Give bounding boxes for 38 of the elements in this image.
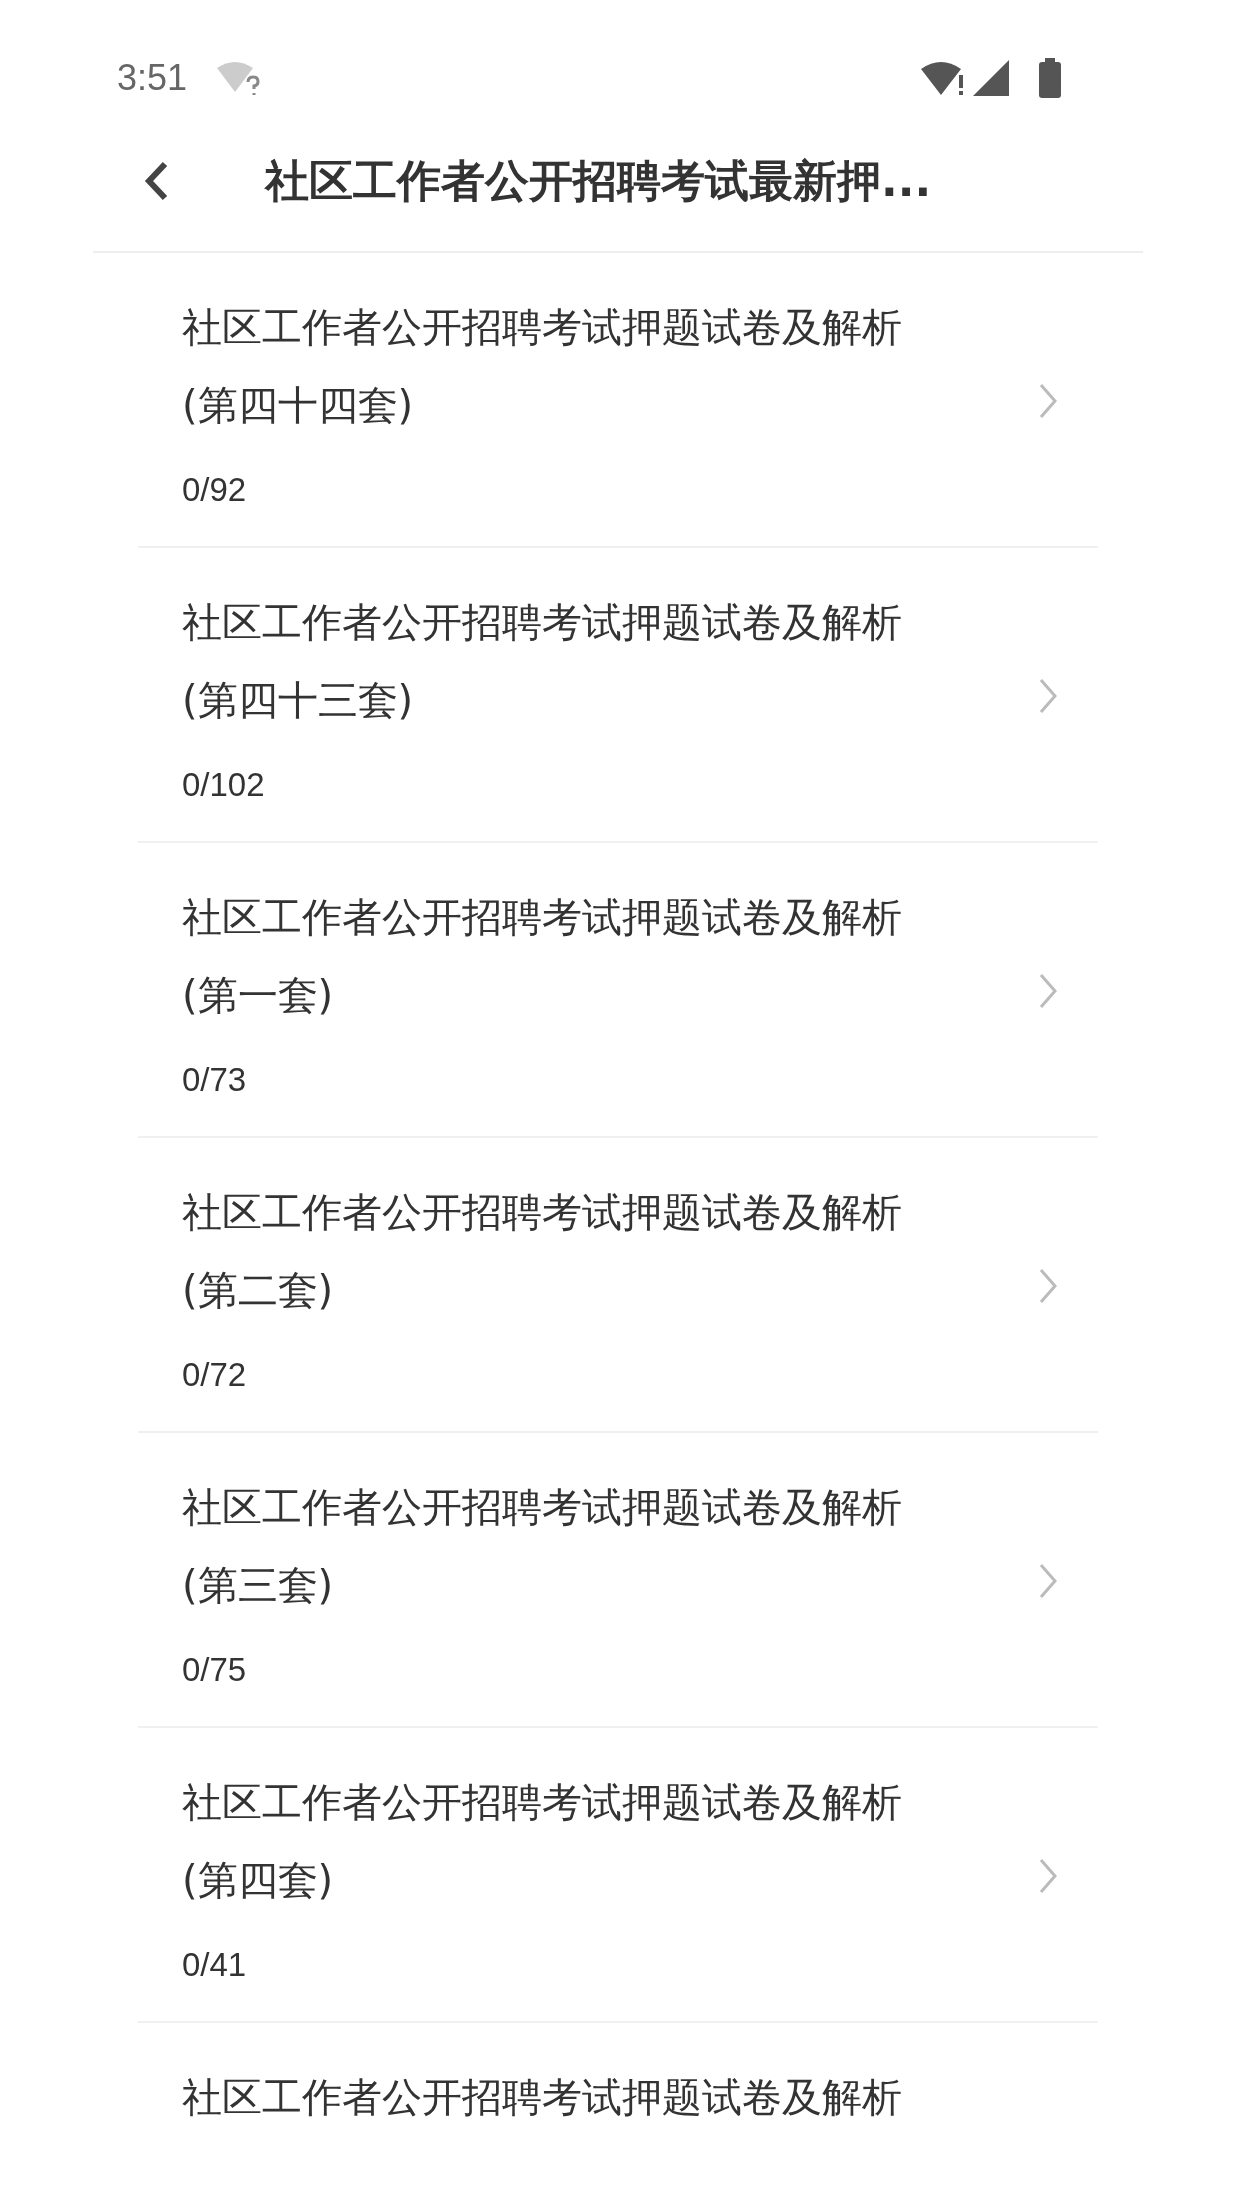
exam-title: 社区工作者公开招聘考试押题试卷及解析 <box>182 303 903 352</box>
progress-count: 0/73 <box>182 1060 248 1100</box>
exam-set-number: (第二套) <box>182 1266 335 1315</box>
chevron-right-icon <box>1038 971 1058 1010</box>
exam-set-number: (第四十四套) <box>182 381 415 430</box>
progress-count: 0/72 <box>182 1355 248 1395</box>
wifi-unknown-icon <box>215 60 262 96</box>
progress-count: 0/102 <box>182 765 266 805</box>
progress-count: 0/75 <box>182 1650 248 1690</box>
chevron-right-icon <box>1038 1266 1058 1305</box>
signal-icon <box>973 60 1011 96</box>
exam-list-item[interactable]: 社区工作者公开招聘考试押题试卷及解析 (第三套) 0/75 <box>138 1433 1098 1728</box>
chevron-right-icon <box>1038 676 1058 715</box>
chevron-right-icon <box>1038 381 1058 420</box>
exam-title: 社区工作者公开招聘考试押题试卷及解析 <box>182 598 903 647</box>
exam-list-item[interactable]: 社区工作者公开招聘考试押题试卷及解析 (第二套) 0/72 <box>138 1138 1098 1433</box>
battery-icon <box>1037 58 1063 98</box>
exam-list-item[interactable]: 社区工作者公开招聘考试押题试卷及解析 <box>138 2023 1098 2165</box>
status-time: 3:51 <box>117 56 188 100</box>
progress-count: 0/41 <box>182 1945 248 1985</box>
exam-set-number: (第四套) <box>182 1856 335 1905</box>
page-title: 社区工作者公开招聘考试最新押... <box>265 153 932 208</box>
exam-list-item[interactable]: 社区工作者公开招聘考试押题试卷及解析 (第四套) 0/41 <box>138 1728 1098 2023</box>
exam-title: 社区工作者公开招聘考试押题试卷及解析 <box>182 2073 903 2122</box>
back-icon <box>143 159 169 202</box>
exam-set-number: (第三套) <box>182 1561 335 1610</box>
exam-title: 社区工作者公开招聘考试押题试卷及解析 <box>182 1188 903 1237</box>
exam-title: 社区工作者公开招聘考试押题试卷及解析 <box>182 1778 903 1827</box>
exam-list-item[interactable]: 社区工作者公开招聘考试押题试卷及解析 (第四十三套) 0/102 <box>138 548 1098 843</box>
exam-list-item[interactable]: 社区工作者公开招聘考试押题试卷及解析 (第四十四套) 0/92 <box>138 253 1098 548</box>
exam-set-number: (第一套) <box>182 971 335 1020</box>
chevron-right-icon <box>1038 1856 1058 1895</box>
exam-set-number: (第四十三套) <box>182 676 415 725</box>
exam-title: 社区工作者公开招聘考试押题试卷及解析 <box>182 1483 903 1532</box>
exam-list-item[interactable]: 社区工作者公开招聘考试押题试卷及解析 (第一套) 0/73 <box>138 843 1098 1138</box>
progress-count: 0/92 <box>182 470 248 510</box>
chevron-right-icon <box>1038 1561 1058 1600</box>
exam-title: 社区工作者公开招聘考试押题试卷及解析 <box>182 893 903 942</box>
